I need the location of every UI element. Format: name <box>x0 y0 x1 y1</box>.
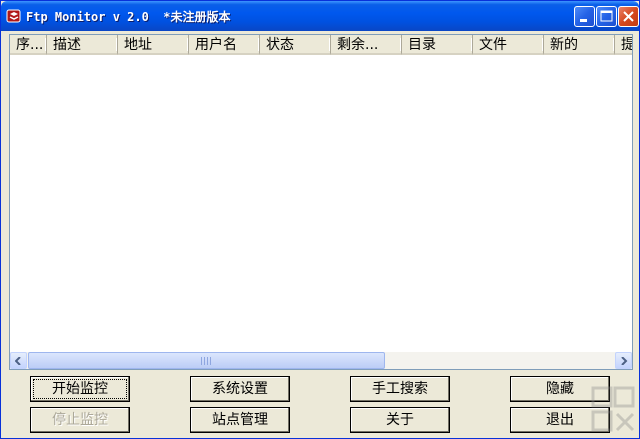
minimize-icon <box>580 19 587 22</box>
scroll-thumb[interactable] <box>28 352 385 369</box>
about-button[interactable]: 关于 <box>350 407 450 433</box>
minimize-button[interactable] <box>574 6 595 27</box>
site-manager-button[interactable]: 站点管理 <box>190 407 290 433</box>
column-header-description[interactable]: 描述 <box>47 35 118 55</box>
arrow-left-icon <box>15 357 21 365</box>
column-header-file[interactable]: 文件 <box>473 35 544 55</box>
title-bar[interactable]: Ftp Monitor v 2.0 *未注册版本 <box>1 1 639 31</box>
close-icon <box>623 11 634 22</box>
stop-monitor-button[interactable]: 停止监控 <box>30 407 130 433</box>
arrow-right-icon <box>621 357 628 365</box>
app-icon <box>6 9 21 23</box>
column-header-index[interactable]: 序... <box>10 35 47 55</box>
system-settings-button[interactable]: 系统设置 <box>190 376 290 402</box>
column-header-hint[interactable]: 提 <box>615 35 632 55</box>
close-button[interactable] <box>618 6 639 27</box>
column-header-remaining[interactable]: 剩余... <box>331 35 402 55</box>
column-header-directory[interactable]: 目录 <box>402 35 473 55</box>
manual-search-button[interactable]: 手工搜索 <box>350 376 450 402</box>
watermark-logo <box>591 386 635 432</box>
list-header: 序... 描述 地址 用户名 状态 剩余... 目录 文件 新的 提 <box>10 35 632 55</box>
grip-icon <box>201 357 213 365</box>
start-monitor-button[interactable]: 开始监控 <box>30 376 130 402</box>
scroll-left-button[interactable] <box>10 352 27 369</box>
column-header-username[interactable]: 用户名 <box>189 35 260 55</box>
column-header-new[interactable]: 新的 <box>544 35 615 55</box>
scroll-right-button[interactable] <box>615 352 632 369</box>
horizontal-scrollbar[interactable] <box>10 352 632 369</box>
column-header-address[interactable]: 地址 <box>118 35 189 55</box>
column-header-status[interactable]: 状态 <box>260 35 331 55</box>
app-window: Ftp Monitor v 2.0 *未注册版本 序... 描述 地址 用户名 … <box>0 0 640 439</box>
maximize-button[interactable] <box>596 6 617 27</box>
maximize-icon <box>600 10 613 22</box>
window-title: Ftp Monitor v 2.0 *未注册版本 <box>26 10 231 24</box>
site-list[interactable]: 序... 描述 地址 用户名 状态 剩余... 目录 文件 新的 提 <box>9 34 633 370</box>
